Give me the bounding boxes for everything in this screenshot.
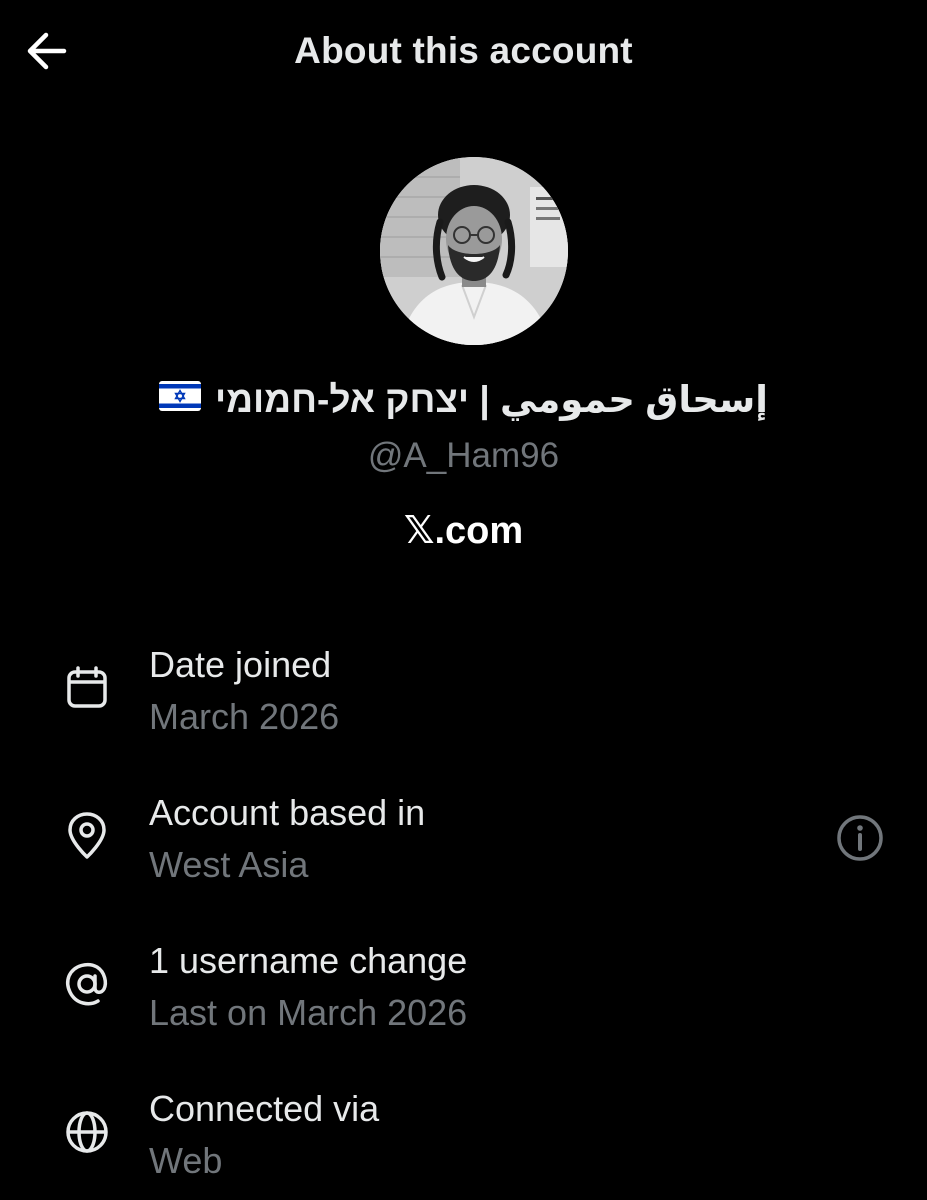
date-joined-value: March 2026	[149, 696, 340, 737]
calendar-icon	[59, 660, 115, 716]
location-info-button[interactable]	[832, 812, 888, 868]
page-title: About this account	[294, 30, 633, 71]
connected-via-label: Connected via	[149, 1088, 380, 1129]
location-pin-icon	[59, 808, 115, 864]
display-name: إسحاق حمومي | יצחק אל-חמומי	[0, 378, 927, 426]
username-change-label: 1 username change	[149, 940, 468, 981]
connected-via-row: Connected via Web	[0, 1084, 927, 1194]
at-sign-icon	[59, 956, 115, 1012]
account-based-in-row: Account based in West Asia	[0, 788, 927, 898]
account-based-in-label: Account based in	[149, 792, 426, 833]
connected-via-value: Web	[149, 1140, 223, 1181]
top-bar: About this account	[0, 0, 927, 106]
globe-icon	[59, 1104, 115, 1160]
avatar[interactable]	[380, 157, 568, 345]
date-joined-label: Date joined	[149, 644, 332, 685]
israel-flag-icon	[159, 378, 202, 420]
account-based-in-value: West Asia	[149, 844, 309, 885]
site-brand: 𝕏.com	[403, 510, 524, 552]
username-change-row: 1 username change Last on March 2026	[0, 936, 927, 1046]
username-change-value: Last on March 2026	[149, 992, 468, 1033]
date-joined-row: Date joined March 2026	[0, 640, 927, 750]
display-name-text: إسحاق حمومي | יצחק אל-חמומי	[215, 379, 768, 420]
username-handle: @A_Ham96	[367, 436, 560, 475]
info-circle-icon	[835, 813, 885, 868]
